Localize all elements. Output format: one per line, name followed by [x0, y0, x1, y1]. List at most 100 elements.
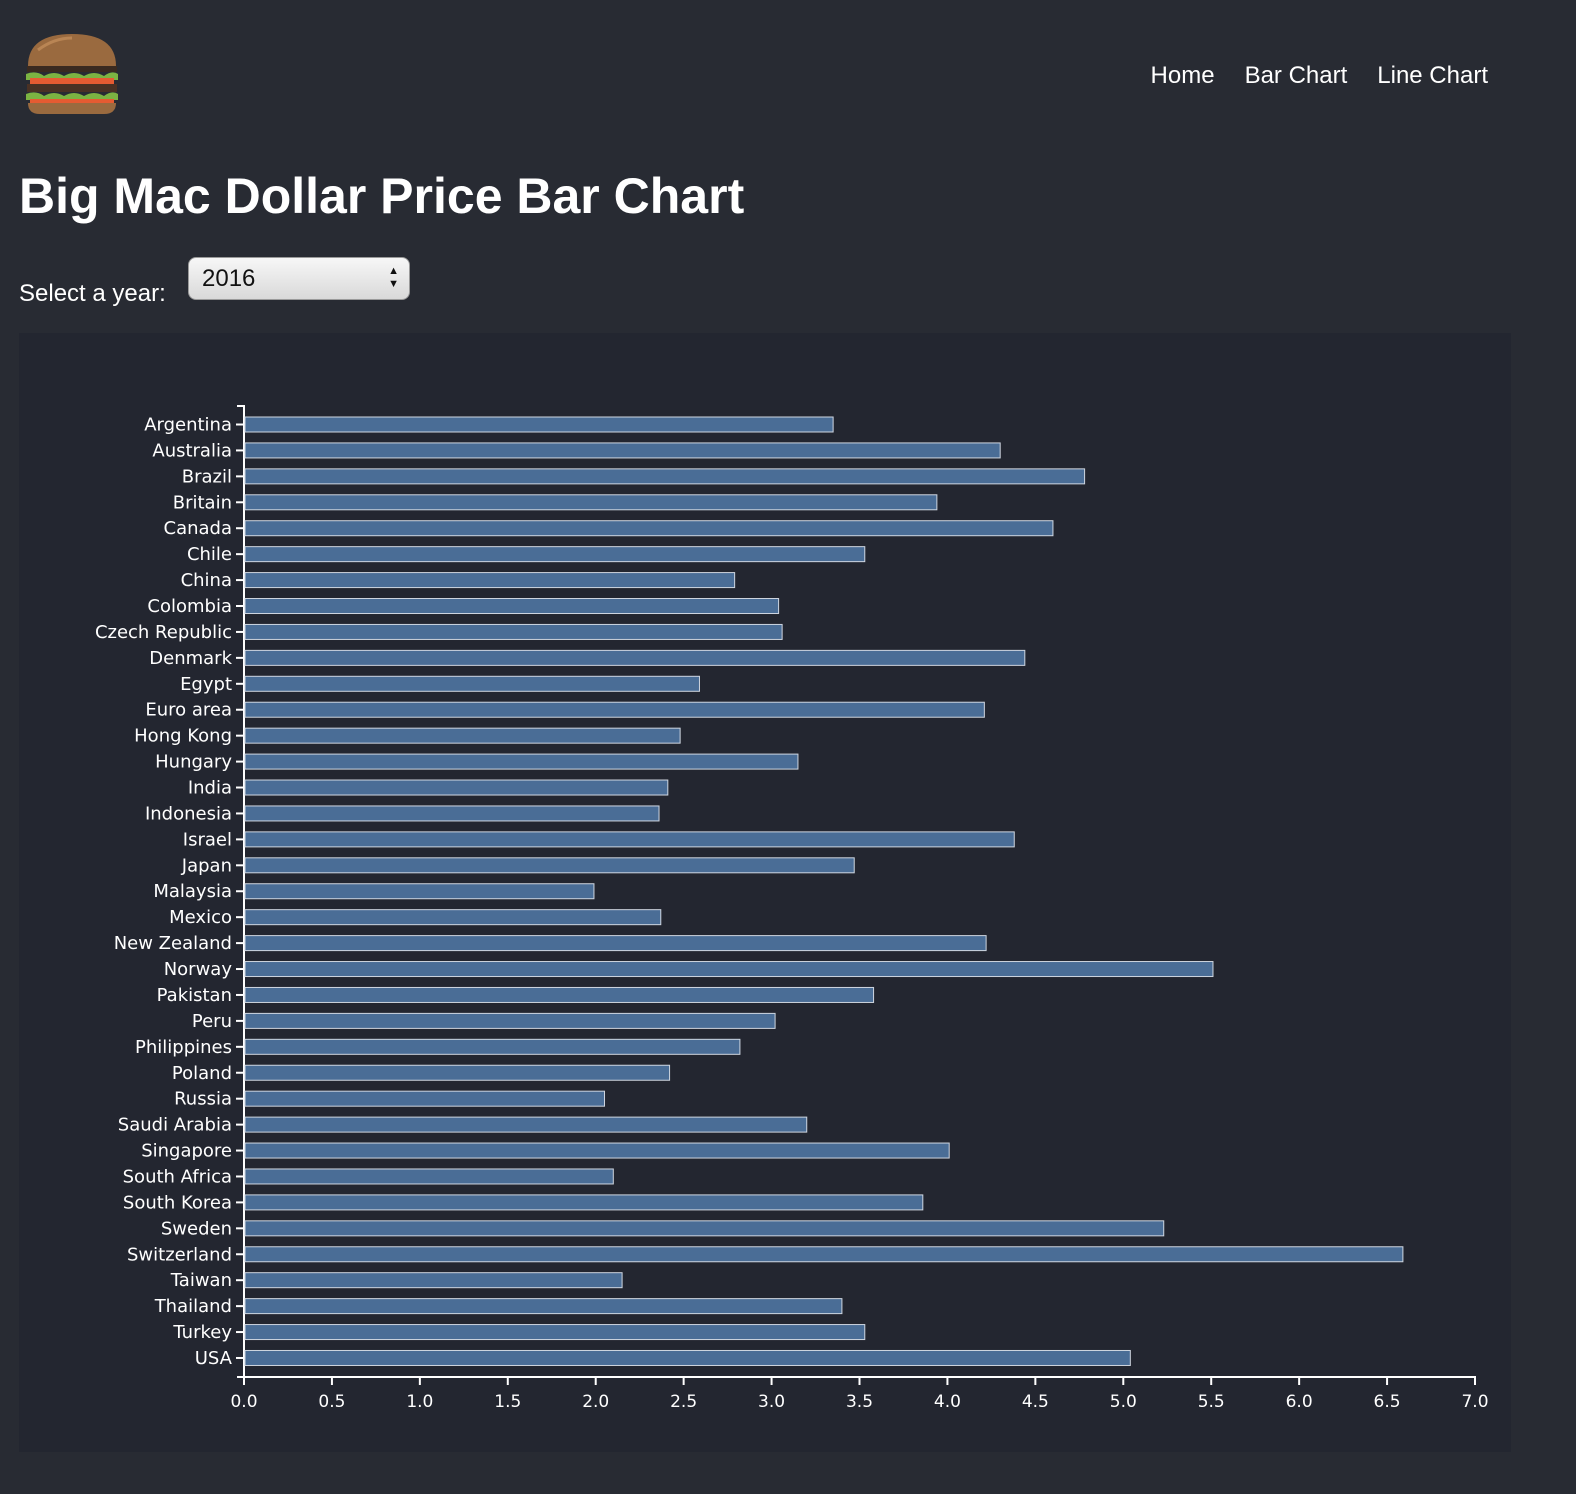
y-tick-label: Sweden [161, 1218, 232, 1239]
y-tick-label: Argentina [144, 415, 232, 436]
nav-bar-chart-link[interactable]: Bar Chart [1245, 62, 1348, 90]
bar [244, 1012, 776, 1029]
chart-panel: Argentina Australia Brazil Britain Canada Chi… [19, 333, 1511, 1452]
y-tick-label: Israel [183, 829, 232, 850]
main-nav: Home Bar Chart Line Chart [1151, 62, 1488, 90]
y-tick-label: Switzerland [127, 1244, 232, 1265]
y-tick-label: Poland [172, 1063, 232, 1084]
x-tick-label: 4.0 [934, 1392, 961, 1412]
x-tick-label: 5.0 [1110, 1392, 1137, 1412]
x-tick-label: 3.0 [758, 1392, 785, 1412]
x-tick-label: 0.5 [318, 1392, 345, 1412]
y-tick-label: Chile [187, 544, 232, 565]
bar [244, 1272, 623, 1289]
bar [244, 675, 700, 692]
bar [244, 883, 595, 900]
x-tick-label: 1.0 [406, 1392, 433, 1412]
y-tick-label: Denmark [149, 648, 232, 669]
bar [244, 1298, 843, 1315]
y-tick-label: Saudi Arabia [118, 1115, 232, 1136]
y-tick-label: South Korea [123, 1192, 232, 1213]
y-tick-label: Egypt [180, 674, 232, 695]
bar [244, 572, 736, 589]
y-tick-label: South Africa [123, 1166, 232, 1187]
bar [244, 623, 783, 640]
bar [244, 805, 660, 822]
bar [244, 598, 780, 615]
x-tick-label: 1.5 [494, 1392, 521, 1412]
bar [244, 857, 855, 874]
y-tick-label: Canada [164, 518, 233, 539]
y-tick-label: Thailand [154, 1296, 232, 1317]
bar [244, 831, 1015, 848]
x-tick-label: 5.5 [1198, 1392, 1225, 1412]
bar [244, 1168, 614, 1185]
y-tick-label: Pakistan [157, 985, 232, 1006]
bar [244, 961, 1214, 978]
x-tick-label: 6.0 [1286, 1392, 1313, 1412]
bar [244, 1038, 741, 1055]
nav-line-chart-link[interactable]: Line Chart [1377, 62, 1488, 90]
nav-home-link[interactable]: Home [1151, 62, 1215, 90]
y-tick-label: Russia [174, 1089, 232, 1110]
bar [244, 520, 1054, 537]
burger-logo-icon[interactable] [24, 32, 120, 116]
bar-chart: Argentina Australia Brazil Britain Canada Chi… [95, 405, 1489, 1412]
select-arrows-icon: ▲ ▼ [388, 265, 399, 290]
y-tick-label: USA [195, 1348, 233, 1369]
bar [244, 546, 866, 563]
bar [244, 986, 875, 1003]
y-tick-label: Peru [192, 1011, 232, 1032]
x-tick-label: 3.5 [846, 1392, 873, 1412]
y-tick-label: Colombia [147, 596, 232, 617]
bar [244, 909, 662, 926]
y-tick-label: China [181, 570, 232, 591]
y-tick-label: Turkey [172, 1322, 232, 1343]
bar [244, 1194, 924, 1211]
bar [244, 753, 799, 770]
year-select[interactable]: 2016 ▲ ▼ [188, 257, 410, 300]
y-tick-label: Euro area [145, 700, 232, 721]
y-tick-label: Mexico [169, 907, 232, 928]
y-tick-label: Philippines [135, 1037, 232, 1058]
bar [244, 1142, 950, 1159]
bar [244, 1324, 866, 1341]
y-tick-label: Brazil [182, 466, 232, 487]
bar [244, 1220, 1165, 1237]
y-tick-label: Australia [152, 440, 232, 461]
y-tick-label: Norway [164, 959, 233, 980]
y-tick-label: Czech Republic [95, 622, 232, 643]
year-select-label: Select a year: [19, 280, 166, 307]
x-tick-label: 2.0 [582, 1392, 609, 1412]
bar [244, 779, 669, 796]
bar [244, 1246, 1404, 1263]
y-tick-label: Singapore [141, 1141, 232, 1162]
y-tick-label: New Zealand [114, 933, 232, 954]
y-tick-label: Japan [181, 855, 232, 876]
bar [244, 935, 987, 952]
y-tick-label: Taiwan [170, 1270, 232, 1291]
bar [244, 442, 1001, 459]
bar [244, 727, 681, 744]
y-tick-label: Malaysia [153, 881, 232, 902]
bar [244, 1116, 808, 1133]
page-title: Big Mac Dollar Price Bar Chart [19, 168, 745, 224]
bar [244, 468, 1086, 485]
x-tick-label: 7.0 [1461, 1392, 1488, 1412]
x-tick-label: 0.0 [230, 1392, 257, 1412]
x-tick-label: 6.5 [1374, 1392, 1401, 1412]
y-tick-label: Indonesia [145, 803, 232, 824]
y-tick-label: Hungary [155, 752, 232, 773]
y-tick-label: Britain [173, 492, 232, 513]
bar [244, 701, 985, 718]
x-tick-label: 2.5 [670, 1392, 697, 1412]
y-tick-label: India [188, 778, 232, 799]
x-tick-label: 4.5 [1022, 1392, 1049, 1412]
bar [244, 1349, 1131, 1366]
bar [244, 1090, 606, 1107]
bar [244, 1064, 671, 1081]
y-tick-label: Hong Kong [134, 726, 232, 747]
bar [244, 494, 938, 511]
bar [244, 649, 1026, 666]
year-select-value: 2016 [202, 264, 256, 292]
